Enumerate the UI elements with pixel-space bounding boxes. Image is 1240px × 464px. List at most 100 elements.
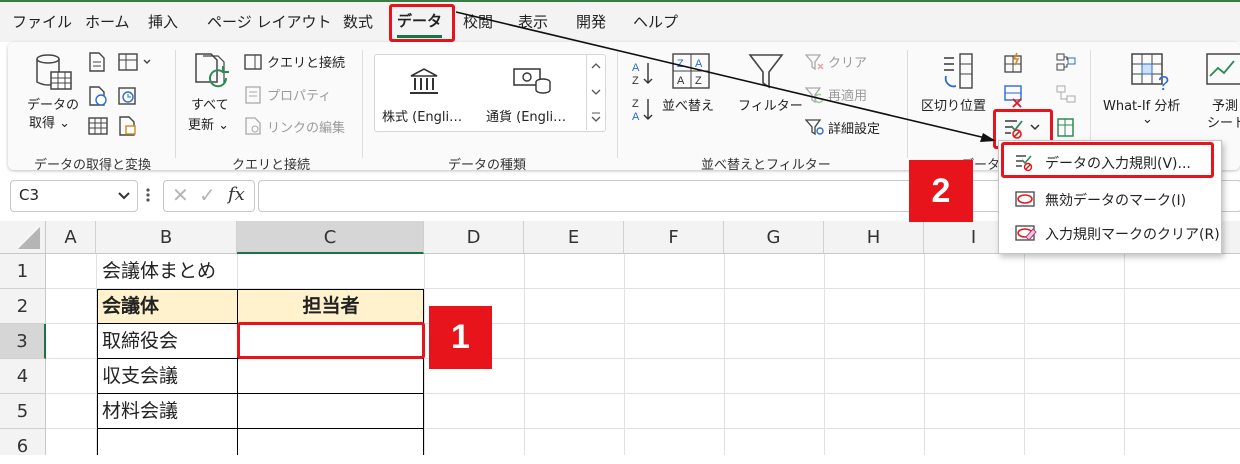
sort-button[interactable]: 並べ替え	[662, 95, 714, 114]
recent-sources-icon[interactable]	[118, 86, 138, 106]
column-header-g[interactable]: G	[724, 221, 824, 254]
highlight-menu-item	[1001, 142, 1214, 178]
menu-item-clear-circles[interactable]: 入力規則マークのクリア(R)	[1002, 217, 1220, 249]
flash-fill-icon[interactable]	[1003, 52, 1025, 74]
filter-button[interactable]: フィルター	[738, 95, 803, 114]
filter-icon[interactable]	[748, 52, 784, 92]
svg-text:Z: Z	[632, 98, 639, 110]
gridline	[524, 254, 525, 455]
get-data-label-1[interactable]: データの	[27, 94, 79, 113]
name-box[interactable]: C3	[10, 180, 138, 212]
row-header-2[interactable]: 2	[0, 289, 46, 324]
column-header-f[interactable]: F	[624, 221, 724, 254]
tab-view[interactable]: 表示	[518, 9, 548, 35]
text-to-columns-icon[interactable]	[934, 52, 974, 92]
remove-duplicates-icon[interactable]	[1003, 84, 1025, 108]
tab-file[interactable]: ファイル	[12, 9, 72, 35]
currency-icon[interactable]	[512, 66, 552, 96]
reapply-button: 再適用	[828, 89, 868, 104]
tab-formulas[interactable]: 数式	[343, 9, 373, 35]
row-header-6[interactable]: 6	[0, 429, 46, 457]
refresh-all-icon[interactable]	[193, 52, 233, 94]
gallery-scroll[interactable]	[586, 55, 605, 130]
cell-b1[interactable]: 会議体まとめ	[97, 254, 424, 288]
enter-icon[interactable]: ✓	[199, 183, 216, 207]
advanced-button[interactable]: 詳細設定	[828, 118, 880, 137]
column-header-h[interactable]: H	[824, 221, 924, 254]
column-header-a[interactable]: A	[46, 221, 96, 254]
gridline	[624, 254, 625, 455]
highlight-data-tab	[389, 4, 455, 42]
table-border	[97, 428, 424, 429]
ribbon-separator	[907, 50, 908, 158]
select-all-corner[interactable]	[0, 221, 46, 254]
row-header-1[interactable]: 1	[0, 254, 46, 289]
sort-icon[interactable]: Z A A Z	[671, 52, 711, 92]
tab-insert[interactable]: 挿入	[148, 9, 178, 35]
from-table-icon[interactable]	[118, 52, 152, 72]
existing-connections-icon[interactable]	[88, 116, 108, 136]
consolidate-icon[interactable]	[1056, 52, 1076, 72]
svg-text:Z: Z	[695, 75, 702, 87]
select-all-triangle-icon	[18, 227, 40, 249]
cancel-icon[interactable]: ✕	[172, 183, 189, 207]
formula-bar-grip-icon[interactable]	[143, 186, 153, 204]
menu-item-circle-invalid[interactable]: 無効データのマーク(I)	[1002, 183, 1216, 215]
refresh-all-label-1[interactable]: すべて	[191, 94, 229, 113]
get-data-label-2[interactable]: 取得 ⌄	[29, 112, 70, 131]
gallery-arrows-icon[interactable]	[587, 55, 605, 130]
name-box-value: C3	[19, 186, 40, 204]
data-model-icon[interactable]	[1056, 116, 1076, 138]
cell-b5[interactable]: 材料会議	[97, 394, 237, 428]
tab-review[interactable]: 校閲	[463, 9, 493, 35]
row-header-4[interactable]: 4	[0, 359, 46, 394]
group-queries: クエリと接続	[232, 158, 311, 173]
from-text-icon[interactable]	[88, 52, 106, 72]
svg-text:A: A	[677, 75, 685, 87]
forecast-label-2[interactable]: シート	[1207, 112, 1240, 131]
get-data-icon[interactable]	[34, 52, 76, 94]
queries-connections-button[interactable]: クエリと接続	[267, 52, 345, 71]
sort-desc-icon[interactable]: ZA	[632, 96, 654, 124]
stocks-icon[interactable]	[408, 66, 440, 96]
stocks-button[interactable]: 株式 (Engli…	[382, 106, 462, 125]
properties-icon	[245, 86, 261, 104]
column-header-d[interactable]: D	[424, 221, 524, 254]
cell-b4[interactable]: 収支会議	[97, 359, 237, 393]
step-badge-2: 2	[909, 160, 973, 222]
queries-connections-icon[interactable]	[244, 54, 262, 70]
what-if-label-2[interactable]: ⌄	[1142, 112, 1153, 127]
clear-filter-icon	[805, 54, 824, 71]
forecast-sheet-icon[interactable]	[1205, 52, 1240, 92]
cell-b3[interactable]: 取締役会	[97, 324, 237, 358]
chevron-down-icon[interactable]	[117, 190, 131, 202]
tab-help[interactable]: ヘルプ	[633, 9, 678, 35]
tab-developer[interactable]: 開発	[576, 9, 606, 35]
sort-asc-icon[interactable]: AZ	[632, 60, 654, 88]
cell-c2[interactable]: 担当者	[238, 289, 424, 323]
ribbon-tab-bar: ファイル ホーム 挿入 ページ レイアウト 数式 データ 校閲 表示 開発 ヘル…	[0, 0, 1240, 42]
formula-buttons: ✕ ✓ fx	[163, 180, 255, 212]
group-data-types: データの種類	[448, 158, 527, 173]
clear-circles-icon	[1015, 225, 1037, 241]
text-to-columns-button[interactable]: 区切り位置	[921, 95, 986, 114]
column-header-c[interactable]: C	[237, 221, 424, 254]
row-header-5[interactable]: 5	[0, 394, 46, 429]
cell-b2[interactable]: 会議体	[97, 289, 237, 323]
relationships-icon	[1056, 85, 1076, 103]
tab-home[interactable]: ホーム	[85, 9, 130, 35]
advanced-filter-icon[interactable]	[805, 118, 825, 136]
gridline	[924, 254, 925, 455]
what-if-analysis-icon[interactable]: ?	[1128, 52, 1176, 92]
clear-button: クリア	[828, 56, 868, 71]
row-header-3[interactable]: 3	[0, 324, 46, 359]
column-header-b[interactable]: B	[96, 221, 237, 254]
from-picture-icon[interactable]	[118, 116, 138, 136]
column-header-e[interactable]: E	[524, 221, 624, 254]
edit-links-icon	[245, 117, 261, 135]
refresh-all-label-2[interactable]: 更新 ⌄	[188, 114, 229, 133]
insert-function-icon[interactable]: fx	[228, 184, 245, 205]
from-web-icon[interactable]	[88, 86, 108, 106]
tab-page-layout[interactable]: ページ レイアウト	[207, 9, 331, 35]
currency-button[interactable]: 通貨 (Engli…	[486, 106, 566, 125]
